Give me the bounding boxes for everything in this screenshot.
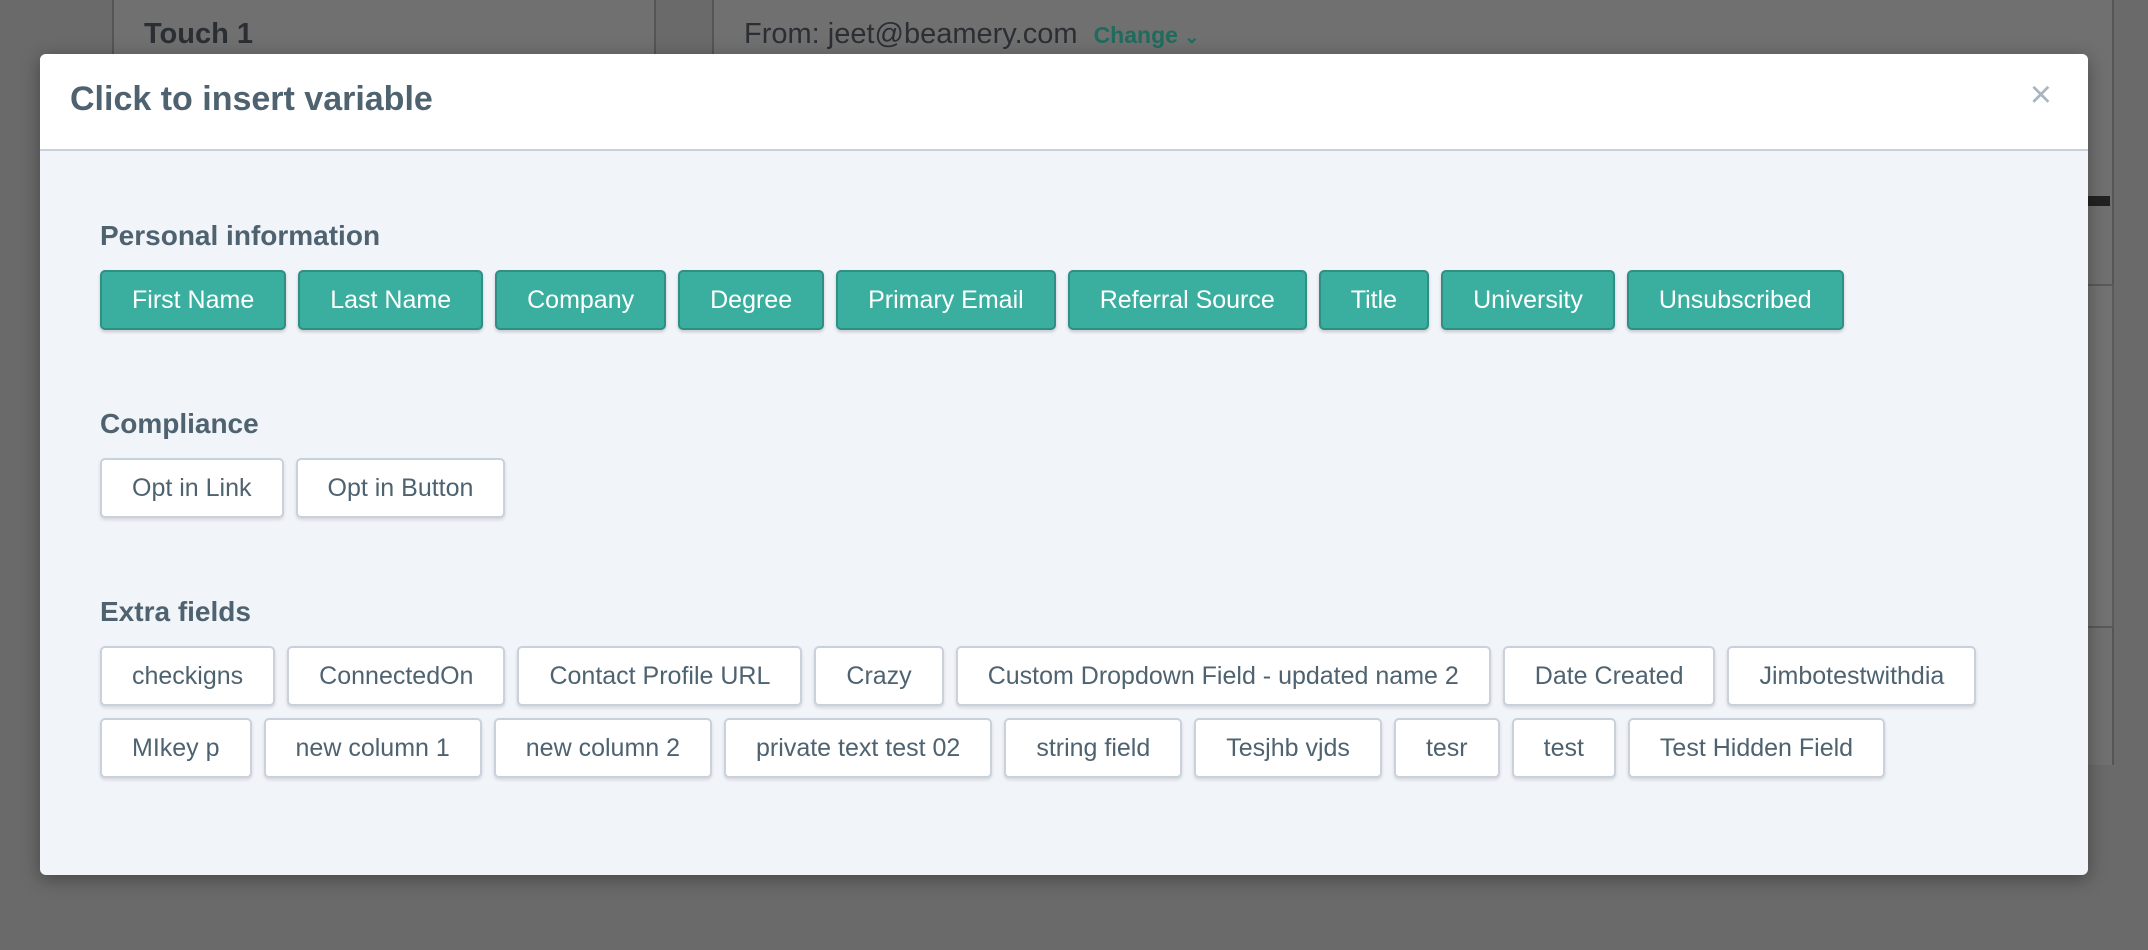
variable-chip-string-field[interactable]: string field (1004, 718, 1183, 778)
section-title: Personal information (100, 220, 381, 251)
variable-chip-title[interactable]: Title (1318, 270, 1430, 330)
variable-chip-jimbotestwithdia[interactable]: Jimbotestwithdia (1727, 646, 1977, 706)
modal-title: Click to insert variable (70, 80, 433, 118)
variable-chip-checkigns[interactable]: checkigns (100, 646, 276, 706)
variable-chip-list: checkigns ConnectedOn Contact Profile URL C… (100, 646, 2060, 778)
variable-chip-connectedon[interactable]: ConnectedOn (287, 646, 506, 706)
variable-chip-new-column-2[interactable]: new column 2 (493, 718, 713, 778)
variable-chip-date-created[interactable]: Date Created (1502, 646, 1716, 706)
variable-chip-first-name[interactable]: First Name (100, 270, 287, 330)
modal-body: Personal information First Name Last Name C… (100, 218, 2060, 778)
variable-chip-university[interactable]: University (1441, 270, 1615, 330)
variable-chip-opt-in-button[interactable]: Opt in Button (295, 458, 506, 518)
change-label: Change (1093, 22, 1178, 48)
variable-chip-last-name[interactable]: Last Name (298, 270, 484, 330)
variable-chip-mikey-p[interactable]: MIkey p (100, 718, 252, 778)
section-extra-fields: Extra fields checkigns ConnectedOn Contact … (100, 594, 2060, 778)
variable-chip-test[interactable]: test (1511, 718, 1616, 778)
variable-chip-list: First Name Last Name Company Degree Primary … (100, 270, 2060, 330)
variable-chip-company[interactable]: Company (495, 270, 667, 330)
modal-header: Click to insert variable × (40, 54, 2088, 151)
variable-chip-opt-in-link[interactable]: Opt in Link (100, 458, 284, 518)
touch-title: Touch 1 (144, 18, 254, 50)
variable-chip-list: Opt in Link Opt in Button (100, 458, 2060, 518)
variable-chip-contact-profile-url[interactable]: Contact Profile URL (517, 646, 803, 706)
variable-chip-primary-email[interactable]: Primary Email (836, 270, 1056, 330)
from-line: From: jeet@beamery.com Change ⌄ (744, 18, 1199, 51)
chevron-down-icon: ⌄ (1184, 27, 1200, 47)
variable-chip-new-column-1[interactable]: new column 1 (263, 718, 482, 778)
section-compliance: Compliance Opt in Link Opt in Button (100, 406, 2060, 518)
section-personal-information: Personal information First Name Last Name C… (100, 218, 2060, 330)
variable-chip-test-hidden-field[interactable]: Test Hidden Field (1627, 718, 1886, 778)
change-sender-link[interactable]: Change ⌄ (1094, 22, 1200, 48)
insert-variable-modal: Click to insert variable × Personal info… (40, 54, 2088, 875)
variable-chip-unsubscribed[interactable]: Unsubscribed (1626, 270, 1844, 330)
variable-chip-degree[interactable]: Degree (678, 270, 825, 330)
from-address: From: jeet@beamery.com (744, 18, 1078, 50)
section-title: Compliance (100, 408, 259, 439)
variable-chip-crazy[interactable]: Crazy (814, 646, 944, 706)
variable-chip-custom-dropdown-field-updated-name-2[interactable]: Custom Dropdown Field - updated name 2 (955, 646, 1491, 706)
variable-chip-referral-source[interactable]: Referral Source (1067, 270, 1307, 330)
close-icon[interactable]: × (2030, 76, 2052, 114)
variable-chip-tesr[interactable]: tesr (1393, 718, 1500, 778)
variable-chip-tesjhb-vjds[interactable]: Tesjhb vjds (1194, 718, 1382, 778)
variable-chip-private-text-test-02[interactable]: private text test 02 (724, 718, 993, 778)
section-title: Extra fields (100, 596, 251, 627)
